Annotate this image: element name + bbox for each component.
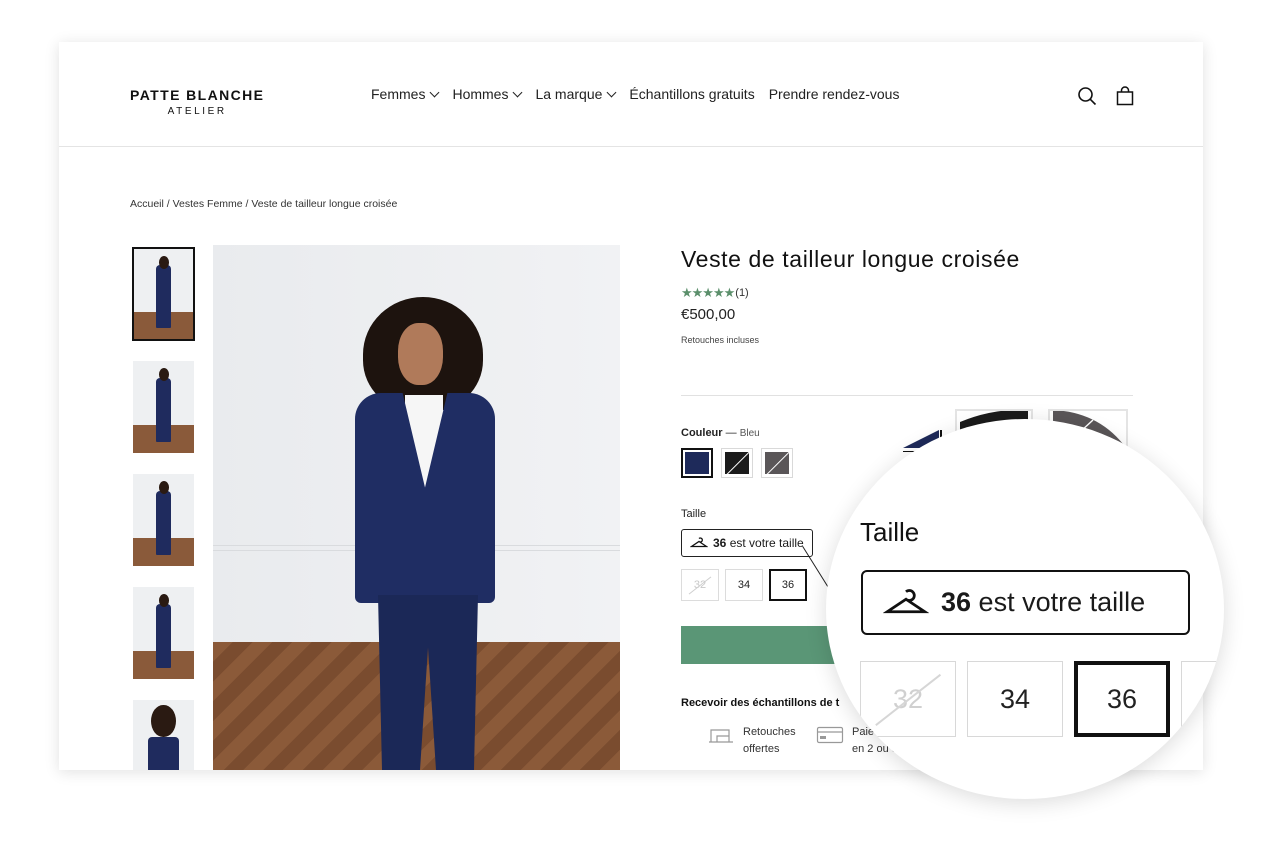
swatch-black[interactable] xyxy=(721,448,753,478)
color-swatches xyxy=(681,448,793,478)
chevron-down-icon xyxy=(513,87,523,97)
hanger-icon xyxy=(690,537,708,548)
logo-sub-text: ATELIER xyxy=(167,106,227,117)
rating-stars-icon: ★★★★★ xyxy=(681,285,735,300)
divider xyxy=(681,395,1133,396)
color-label-text: Couleur xyxy=(681,427,723,439)
color-selected-value: Bleu xyxy=(739,428,760,439)
product-title: Veste de tailleur longue croisée xyxy=(681,246,1020,272)
size-option-36[interactable]: 36 xyxy=(769,569,807,601)
swatch-grey[interactable] xyxy=(761,448,793,478)
nav-item-la-marque[interactable]: La marque xyxy=(535,86,617,102)
product-rating[interactable]: ★★★★★ (1) xyxy=(681,285,749,301)
magnifier-size-options: 32 34 36 xyxy=(860,661,1224,737)
nav-label: Prendre rendez-vous xyxy=(768,86,900,102)
brand-logo[interactable]: PATTE BLANCHE ATELIER xyxy=(130,88,264,117)
product-thumbnail[interactable] xyxy=(132,586,195,680)
perk-line1: Retouches xyxy=(743,726,796,738)
product-price: €500,00 xyxy=(681,306,736,323)
size-options: 32 34 36 xyxy=(681,569,807,601)
size-option-34[interactable]: 34 xyxy=(725,569,763,601)
main-product-image[interactable] xyxy=(213,245,620,770)
breadcrumb[interactable]: Accueil / Vestes Femme / Veste de taille… xyxy=(130,198,397,210)
perk-retouches: Retouches offertes xyxy=(707,724,796,758)
magnifier-fit-badge[interactable]: 36 est votre taille xyxy=(861,570,1190,635)
nav-label: Échantillons gratuits xyxy=(629,86,755,102)
product-thumbnail[interactable] xyxy=(132,473,195,567)
size-label: Taille xyxy=(681,508,707,520)
nav-item-hommes[interactable]: Hommes xyxy=(452,86,523,102)
logo-main-text: PATTE BLANCHE xyxy=(130,87,265,103)
swatch-navy[interactable] xyxy=(681,448,713,478)
nav-item-rendez-vous[interactable]: Prendre rendez-vous xyxy=(769,86,900,102)
main-nav: Femmes Hommes La marque Échantillons gra… xyxy=(371,86,899,102)
fit-size-text: est votre taille xyxy=(726,536,804,550)
magnifier-size-36[interactable]: 36 xyxy=(1074,661,1170,737)
color-label: Couleur — Bleu xyxy=(681,427,760,439)
thumbnail-gallery xyxy=(132,247,195,770)
chevron-down-icon xyxy=(606,87,617,97)
product-thumbnail[interactable] xyxy=(132,247,195,341)
fit-recommendation-badge[interactable]: 36 est votre taille xyxy=(681,529,813,557)
nav-label: La marque xyxy=(535,86,603,102)
magnifier-size-34[interactable]: 34 xyxy=(967,661,1063,737)
perk-line2: offertes xyxy=(743,743,780,755)
magnifier-fit-text: est votre taille xyxy=(971,587,1146,617)
nav-item-femmes[interactable]: Femmes xyxy=(371,86,440,102)
product-note: Retouches incluses xyxy=(681,335,760,345)
nav-item-echantillons[interactable]: Échantillons gratuits xyxy=(629,86,754,102)
samples-heading[interactable]: Recevoir des échantillons de t xyxy=(681,697,839,709)
search-icon[interactable] xyxy=(1077,86,1097,106)
sewing-machine-icon xyxy=(709,729,733,743)
product-thumbnail[interactable] xyxy=(132,360,195,454)
rating-count: (1) xyxy=(735,287,749,299)
magnifier-fit-number: 36 xyxy=(941,587,972,617)
magnifier-size-label: Taille xyxy=(860,517,920,547)
credit-card-icon xyxy=(816,726,844,744)
cart-icon[interactable] xyxy=(1115,86,1135,106)
fit-size-number: 36 xyxy=(713,536,727,550)
magnifier-size-32[interactable]: 32 xyxy=(860,661,956,737)
size-option-32[interactable]: 32 xyxy=(681,569,719,601)
site-header: PATTE BLANCHE ATELIER Femmes Hommes La m… xyxy=(59,42,1203,147)
nav-label: Femmes xyxy=(371,86,426,102)
hanger-icon xyxy=(883,588,929,613)
size-magnifier-callout: Taille 36 est votre taille 32 34 36 xyxy=(826,419,1224,799)
color-separator: — xyxy=(722,427,740,439)
chevron-down-icon xyxy=(430,87,440,97)
nav-label: Hommes xyxy=(452,86,509,102)
magnifier-size-next[interactable] xyxy=(1181,661,1224,737)
product-thumbnail[interactable] xyxy=(132,699,195,770)
